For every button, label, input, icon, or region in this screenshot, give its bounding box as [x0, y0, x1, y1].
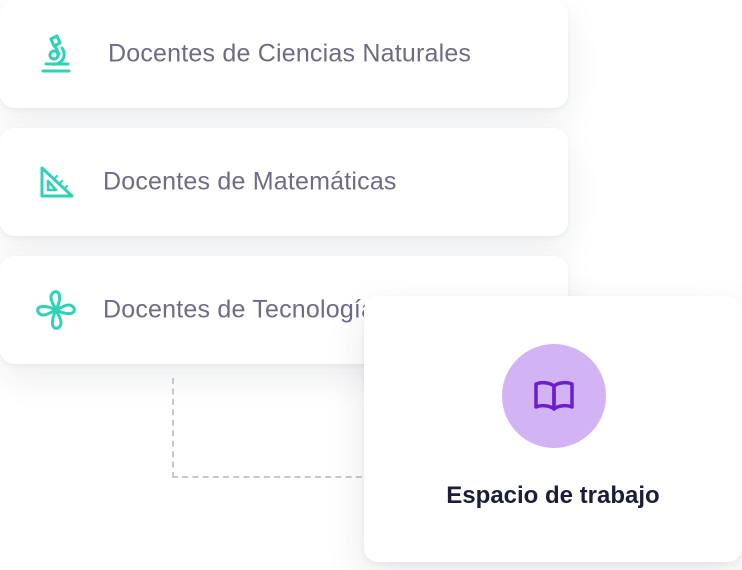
pinwheel-icon — [36, 290, 76, 330]
group-card-matematicas[interactable]: Docentes de Matemáticas — [0, 128, 568, 236]
workspace-title: Espacio de trabajo — [446, 482, 660, 509]
microscope-icon — [41, 34, 71, 73]
group-label: Docentes de Ciencias Naturales — [108, 39, 472, 68]
group-card-ciencias-naturales[interactable]: Docentes de Ciencias Naturales — [0, 0, 568, 108]
book-icon — [534, 380, 574, 411]
group-label: Docentes de Tecnología — [103, 295, 376, 324]
connector-line — [172, 378, 372, 478]
workspace-card[interactable]: Espacio de trabajo — [364, 296, 742, 562]
group-label: Docentes de Matemáticas — [103, 167, 397, 196]
workspace-icon-circle — [502, 344, 606, 448]
set-square-icon — [40, 166, 74, 198]
